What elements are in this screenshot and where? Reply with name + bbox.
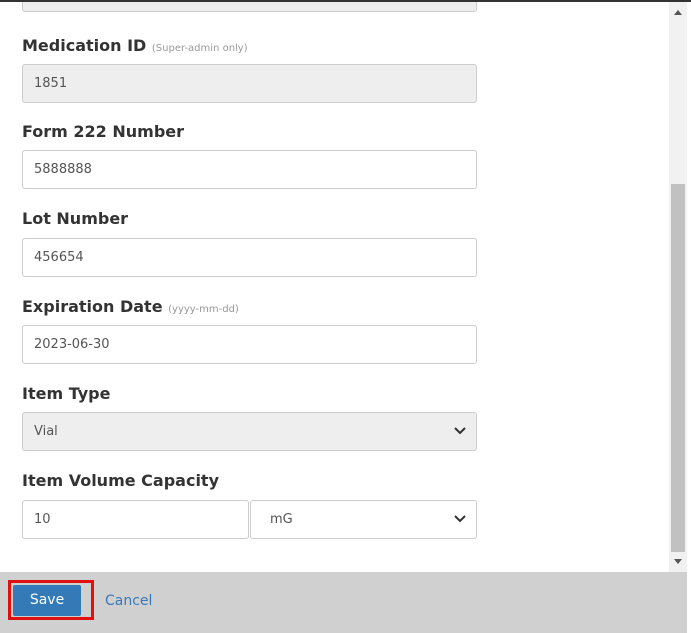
medication-id-label-text: Medication ID: [22, 36, 147, 55]
item-volume-capacity-input[interactable]: 10: [22, 500, 249, 539]
form-222-number-label: Form 222 Number: [22, 122, 185, 141]
chevron-down-icon: [454, 515, 466, 523]
expiration-date-input[interactable]: 2023-06-30: [22, 325, 477, 364]
lot-number-label: Lot Number: [22, 209, 129, 228]
vertical-scrollbar[interactable]: [669, 2, 687, 572]
volume-unit-value: mG: [270, 512, 293, 527]
lot-number-input[interactable]: 456654: [22, 238, 477, 277]
item-volume-capacity-label: Item Volume Capacity: [22, 471, 219, 490]
item-type-select[interactable]: Vial: [22, 412, 477, 451]
item-type-value: Vial: [34, 424, 58, 439]
previous-field-input[interactable]: [22, 2, 477, 12]
form-scroll-area: Medication ID (Super-admin only) 1851 Fo…: [0, 2, 669, 572]
scroll-up-arrow-icon[interactable]: [674, 10, 682, 15]
save-button[interactable]: Save: [13, 585, 81, 616]
scrollbar-thumb[interactable]: [671, 184, 685, 552]
scroll-down-arrow-icon[interactable]: [674, 559, 682, 564]
item-type-label: Item Type: [22, 384, 111, 403]
volume-unit-select[interactable]: mG: [250, 500, 477, 539]
modal-footer: Save Cancel: [0, 572, 687, 633]
cancel-link[interactable]: Cancel: [105, 593, 152, 609]
chevron-down-icon: [454, 427, 466, 435]
medication-id-label: Medication ID (Super-admin only): [22, 36, 248, 55]
medication-id-hint: (Super-admin only): [151, 43, 248, 54]
expiration-date-hint: (yyyy-mm-dd): [168, 304, 239, 315]
medication-id-field: 1851: [22, 64, 477, 103]
expiration-date-label: Expiration Date (yyyy-mm-dd): [22, 297, 239, 316]
expiration-date-label-text: Expiration Date: [22, 297, 163, 316]
form-222-number-input[interactable]: 5888888: [22, 150, 477, 189]
